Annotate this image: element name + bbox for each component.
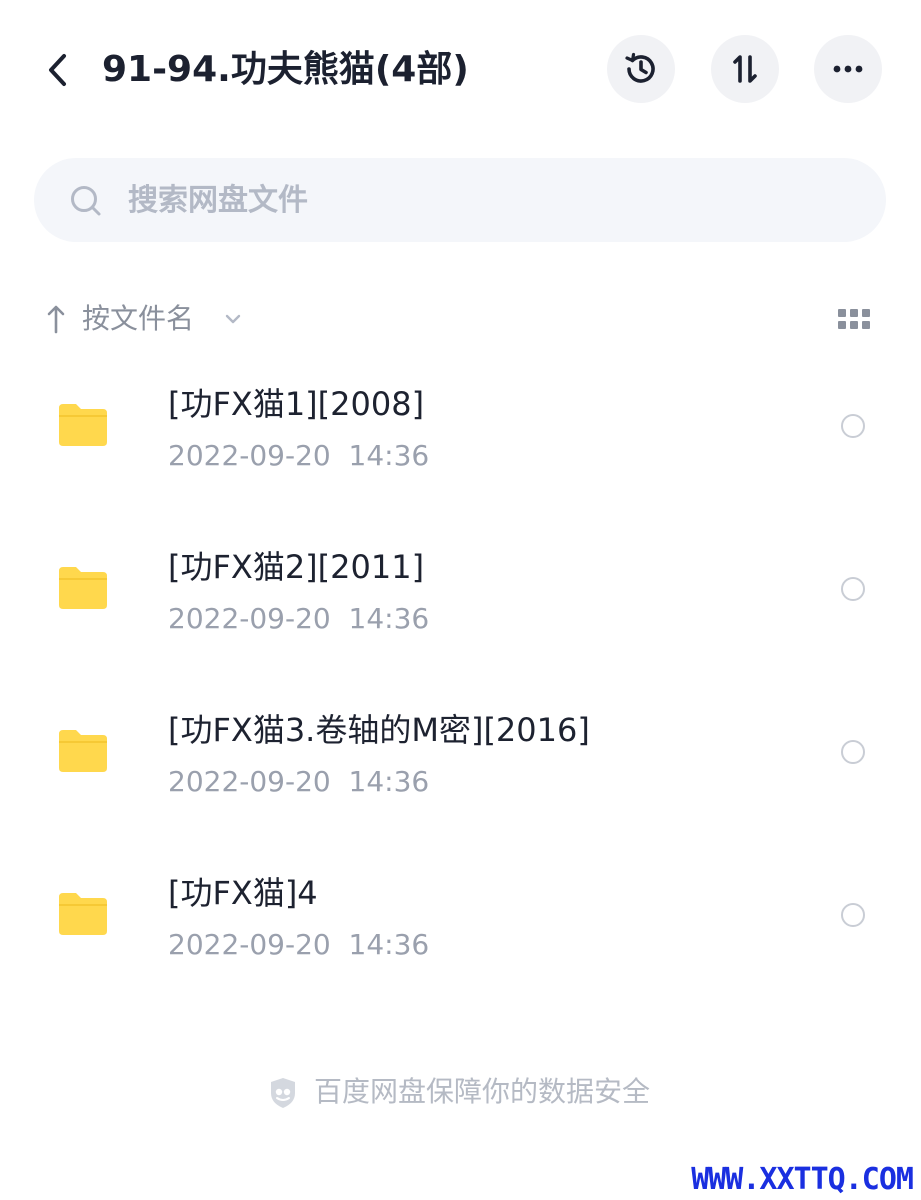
grid-icon[interactable] — [836, 306, 872, 334]
select-checkbox[interactable] — [841, 903, 865, 927]
history-icon — [625, 52, 655, 83]
folder-icon — [59, 893, 107, 935]
folder-icon — [59, 404, 107, 446]
file-name: [功FX猫1][2008] — [168, 385, 425, 423]
sort-arrows-icon — [733, 55, 757, 83]
arrow-up-icon[interactable] — [44, 302, 68, 336]
chevron-left-icon — [49, 54, 66, 86]
select-checkbox[interactable] — [841, 577, 865, 601]
folder-icon — [59, 567, 107, 609]
file-date: 2022-09-20 14:36 — [168, 928, 430, 961]
chevron-down-icon[interactable] — [222, 308, 244, 330]
more-horizontal-icon — [833, 65, 863, 73]
search-icon — [71, 186, 101, 216]
sort-by-name-label[interactable]: 按文件名 — [82, 300, 194, 338]
file-name: [功FX猫2][2011] — [168, 548, 425, 586]
watermark: WWW.XXTTQ.COM — [691, 1162, 914, 1197]
file-date: 2022-09-20 14:36 — [168, 439, 430, 472]
footer-text: 百度网盘保障你的数据安全 — [314, 1075, 651, 1108]
security-footer: 百度网盘保障你的数据安全 — [0, 1072, 921, 1116]
history-button[interactable] — [607, 35, 675, 103]
page-title: 91-94.功夫熊猫(4部) — [102, 49, 469, 90]
list-item[interactable]: [功FX猫3.卷轴的M密][2016] 2022-09-20 14:36 — [0, 672, 921, 835]
list-item[interactable]: [功FX猫1][2008] 2022-09-20 14:36 — [0, 346, 921, 509]
list-item[interactable]: [功FX猫]4 2022-09-20 14:36 — [0, 835, 921, 998]
file-date: 2022-09-20 14:36 — [168, 602, 430, 635]
search-placeholder: 搜索网盘文件 — [128, 183, 308, 218]
file-name: [功FX猫]4 — [168, 874, 318, 912]
select-checkbox[interactable] — [841, 414, 865, 438]
more-button[interactable] — [814, 35, 882, 103]
shield-icon — [271, 1078, 295, 1108]
file-name: [功FX猫3.卷轴的M密][2016] — [168, 711, 590, 749]
file-date: 2022-09-20 14:36 — [168, 765, 430, 798]
back-button[interactable] — [38, 50, 78, 90]
select-checkbox[interactable] — [841, 740, 865, 764]
folder-icon — [59, 730, 107, 772]
file-list: [功FX猫1][2008] 2022-09-20 14:36 [功FX猫2][2… — [0, 346, 921, 998]
top-bar: 91-94.功夫熊猫(4部) — [0, 0, 921, 140]
sort-button[interactable] — [711, 35, 779, 103]
list-item[interactable]: [功FX猫2][2011] 2022-09-20 14:36 — [0, 509, 921, 672]
